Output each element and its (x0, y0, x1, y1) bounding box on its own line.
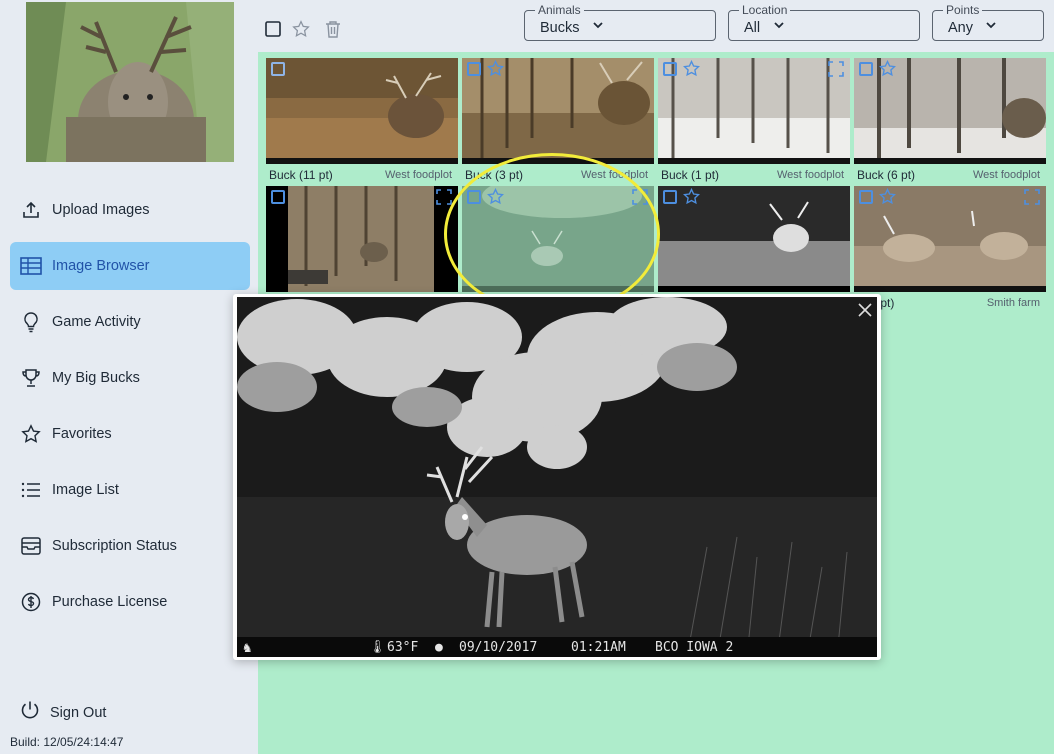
tile-location: Smith farm (986, 297, 1040, 309)
browning-logo: ♞ (243, 640, 252, 656)
sidebar-nav: Upload Images Image Browser Game Activit… (10, 186, 250, 634)
stamp-camera: BCO IOWA 2 (655, 640, 734, 655)
fullscreen-icon[interactable] (828, 61, 844, 77)
fullscreen-icon[interactable] (1024, 189, 1040, 205)
sidebar: Upload Images Image Browser Game Activit… (0, 0, 258, 754)
trail-cam-photo (266, 58, 458, 164)
nav-label: Image List (52, 482, 119, 498)
select-all-checkbox[interactable] (264, 20, 284, 40)
points-value: Any (948, 20, 973, 36)
location-select[interactable]: Location All (728, 3, 920, 41)
favorite-star-icon[interactable] (683, 187, 700, 205)
nav-label: Subscription Status (52, 538, 177, 554)
animals-value: Bucks (540, 20, 580, 36)
toolbar: Animals Bucks Location All Points Any (258, 0, 1054, 52)
star-icon (20, 423, 42, 445)
nav-label: Image Browser (52, 258, 150, 274)
build-info: Build: 12/05/24:14:47 (10, 735, 124, 749)
points-legend: Points (943, 3, 983, 17)
image-tile[interactable]: Buck (11 pt) West foodplot (266, 58, 458, 185)
image-preview-dialog: ♞ 🌡 63°F ● 09/10/2017 01:21AM BCO IOWA 2 (233, 294, 881, 660)
nav-label: My Big Bucks (52, 370, 140, 386)
list-icon (20, 479, 42, 501)
tile-location: West foodplot (776, 169, 844, 181)
nav-purchase-license[interactable]: Purchase License (10, 578, 250, 626)
image-tile[interactable]: Buck (6 pt) West foodplot (854, 58, 1046, 185)
location-legend: Location (739, 3, 791, 17)
favorite-star-icon[interactable] (487, 59, 504, 77)
image-tile[interactable]: k (4 pt) Smith farm (854, 186, 1046, 313)
tile-caption: Buck (11 pt) (269, 168, 333, 182)
image-tile[interactable]: Buck (1 pt) West foodplot (658, 58, 850, 185)
nav-subscription-status[interactable]: Subscription Status (10, 522, 250, 570)
dollar-icon (20, 591, 42, 613)
moon-icon: ● (435, 640, 443, 655)
favorite-star-icon[interactable] (292, 20, 312, 40)
close-icon[interactable] (857, 302, 873, 318)
tile-checkbox[interactable] (859, 190, 873, 204)
nav-label: Upload Images (52, 202, 150, 218)
preview-photo: ♞ 🌡 63°F ● 09/10/2017 01:21AM BCO IOWA 2 (237, 297, 877, 657)
lightbulb-icon (20, 311, 42, 333)
location-value: All (744, 20, 761, 36)
nav-upload-images[interactable]: Upload Images (10, 186, 250, 234)
nav-label: Purchase License (52, 594, 168, 610)
stamp-temp: 63°F (387, 640, 419, 655)
animals-legend: Animals (535, 3, 584, 17)
tile-checkbox[interactable] (663, 62, 677, 76)
tile-location: West foodplot (972, 169, 1040, 181)
power-icon (20, 700, 40, 725)
trophy-icon (20, 367, 42, 389)
photo-info-stamp: ♞ 🌡 63°F ● 09/10/2017 01:21AM BCO IOWA 2 (237, 637, 877, 657)
nav-game-activity[interactable]: Game Activity (10, 298, 250, 346)
inbox-icon (20, 535, 42, 557)
tile-location: West foodplot (384, 169, 452, 181)
tile-caption: Buck (1 pt) (661, 168, 720, 182)
chevron-down-icon (591, 18, 607, 34)
favorite-star-icon[interactable] (879, 59, 896, 77)
tile-checkbox[interactable] (271, 190, 285, 204)
tile-checkbox[interactable] (859, 62, 873, 76)
profile-photo (26, 2, 234, 162)
chevron-down-icon (984, 18, 1000, 34)
tile-caption: Buck (6 pt) (857, 168, 916, 182)
chevron-down-icon (772, 18, 788, 34)
nav-image-browser[interactable]: Image Browser (10, 242, 250, 290)
table-icon (20, 255, 42, 277)
trash-icon[interactable] (325, 20, 345, 40)
sign-out-button[interactable]: Sign Out (20, 700, 106, 725)
favorite-star-icon[interactable] (879, 187, 896, 205)
animals-select[interactable]: Animals Bucks (524, 3, 716, 41)
nav-favorites[interactable]: Favorites (10, 410, 250, 458)
nav-image-list[interactable]: Image List (10, 466, 250, 514)
stamp-date: 09/10/2017 (459, 640, 538, 655)
tile-checkbox[interactable] (467, 62, 481, 76)
nav-label: Favorites (52, 426, 112, 442)
sign-out-label: Sign Out (50, 704, 107, 721)
tile-checkbox[interactable] (663, 190, 677, 204)
nav-my-big-bucks[interactable]: My Big Bucks (10, 354, 250, 402)
tile-checkbox[interactable] (271, 62, 285, 76)
trail-cam-photo (266, 186, 458, 292)
nav-label: Game Activity (52, 314, 141, 330)
stamp-time: 01:21AM (571, 640, 626, 655)
fullscreen-icon[interactable] (436, 189, 452, 205)
thermometer-icon: 🌡 (369, 640, 386, 655)
selection-highlight (444, 153, 660, 315)
upload-icon (20, 199, 42, 221)
favorite-star-icon[interactable] (683, 59, 700, 77)
points-select[interactable]: Points Any (932, 3, 1044, 41)
